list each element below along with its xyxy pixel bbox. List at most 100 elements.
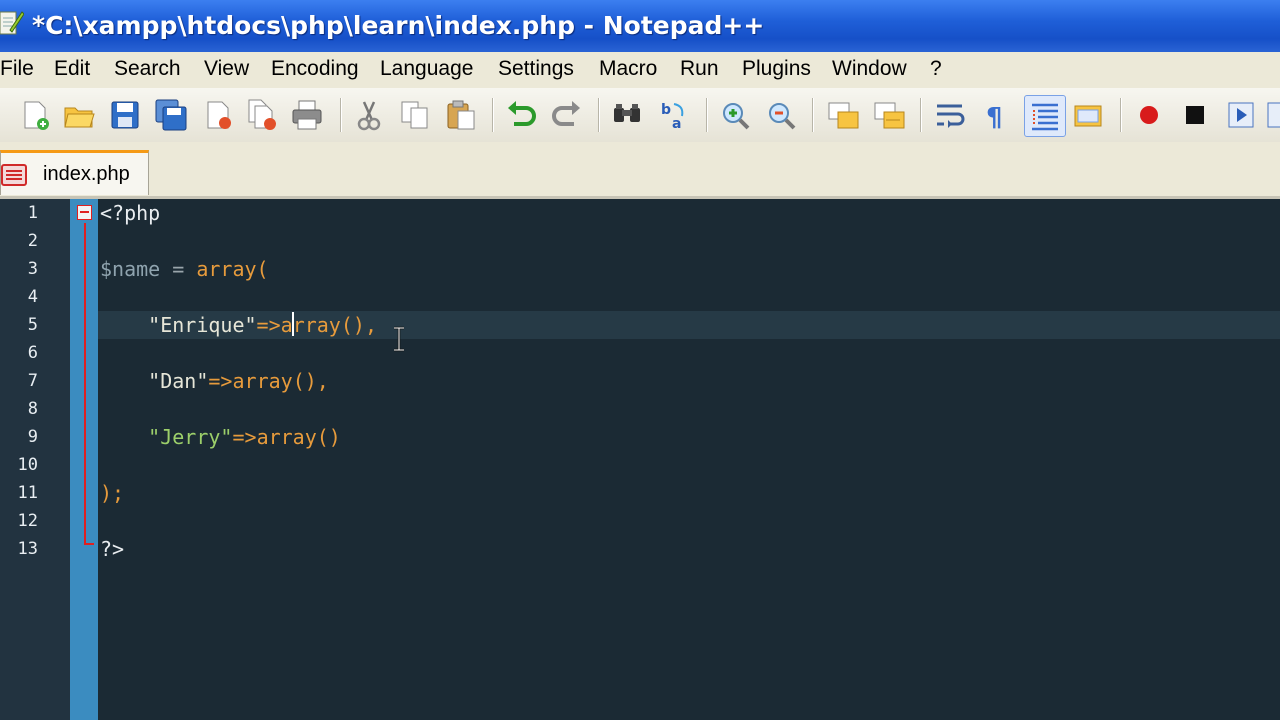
line-number: 12 <box>17 511 38 531</box>
php-open-tag: <?php <box>100 201 161 225</box>
function-call: array() <box>256 425 341 449</box>
fold-range-end <box>84 543 94 545</box>
toolbar-overflow-icon[interactable] <box>1266 98 1280 132</box>
menu-bar: File Edit Search View Encoding Language … <box>0 52 1280 88</box>
toolbar-separator <box>340 98 342 132</box>
fold-range-line <box>84 223 86 545</box>
arrow-operator: => <box>256 313 281 337</box>
toolbar: ba ¶ <box>0 88 1280 143</box>
line-number: 10 <box>17 455 38 475</box>
statement-end: ); <box>100 481 125 505</box>
tab-label: index.php <box>43 163 130 185</box>
menu-settings[interactable]: Settings <box>498 57 574 81</box>
copy-icon[interactable] <box>398 98 432 132</box>
line-number: 9 <box>27 427 38 447</box>
line-number: 1 <box>27 203 38 223</box>
function-call: array() <box>232 369 317 393</box>
string-key: "Jerry" <box>148 425 233 449</box>
tab-bar: index.php <box>0 142 1280 199</box>
save-all-icon[interactable] <box>154 98 188 132</box>
menu-view[interactable]: View <box>204 57 249 81</box>
php-close-tag: ?> <box>100 537 125 561</box>
paste-icon[interactable] <box>444 98 478 132</box>
indent-guide-icon[interactable] <box>1024 95 1066 137</box>
toolbar-separator <box>812 98 814 132</box>
comma: , <box>316 369 329 393</box>
sync-vertical-icon[interactable] <box>826 98 860 132</box>
undo-icon[interactable] <box>504 98 538 132</box>
title-bar[interactable]: *C:\xampp\htdocs\php\learn\index.php - N… <box>0 0 1280 52</box>
arrow-operator: => <box>232 425 257 449</box>
ibeam-cursor-icon <box>394 326 404 352</box>
close-icon[interactable] <box>202 98 236 132</box>
line-number: 7 <box>27 371 38 391</box>
menu-run[interactable]: Run <box>680 57 719 81</box>
stop-record-icon[interactable] <box>1178 98 1212 132</box>
line-number: 13 <box>17 539 38 559</box>
toolbar-separator <box>598 98 600 132</box>
variable-name: $name <box>100 257 161 281</box>
line-number: 5 <box>27 315 38 335</box>
menu-plugins[interactable]: Plugins <box>742 57 811 81</box>
play-macro-icon[interactable] <box>1224 98 1258 132</box>
code-line-7: "Dan"=>array(), <box>100 367 329 395</box>
cut-icon[interactable] <box>352 98 386 132</box>
unsaved-file-icon <box>1 164 27 186</box>
svg-text:a: a <box>672 116 681 132</box>
line-number: 2 <box>27 231 38 251</box>
fold-collapse-icon[interactable] <box>77 205 92 220</box>
print-icon[interactable] <box>290 98 324 132</box>
menu-edit[interactable]: Edit <box>54 57 90 81</box>
zoom-in-icon[interactable] <box>718 98 752 132</box>
record-macro-icon[interactable] <box>1132 98 1166 132</box>
arrow-operator: => <box>208 369 233 393</box>
toolbar-separator <box>1120 98 1122 132</box>
menu-file[interactable]: File <box>0 57 34 81</box>
toolbar-separator <box>920 98 922 132</box>
find-icon[interactable] <box>610 98 644 132</box>
svg-text:b: b <box>661 102 671 118</box>
line-number: 3 <box>27 259 38 279</box>
close-paren: ) <box>352 313 365 337</box>
redo-icon[interactable] <box>550 98 584 132</box>
toolbar-separator <box>706 98 708 132</box>
code-line-9: "Jerry"=>array() <box>100 423 341 451</box>
word-wrap-icon[interactable] <box>934 98 968 132</box>
menu-help[interactable]: ? <box>930 57 942 81</box>
menu-language[interactable]: Language <box>380 57 473 81</box>
new-file-icon[interactable] <box>18 98 52 132</box>
string-key: "Dan" <box>148 369 209 393</box>
line-number: 11 <box>17 483 38 503</box>
code-line-13: ?> <box>100 535 124 563</box>
line-number: 8 <box>27 399 38 419</box>
notepad-app-icon <box>0 11 24 35</box>
save-icon[interactable] <box>108 98 142 132</box>
close-all-icon[interactable] <box>246 98 280 132</box>
open-file-icon[interactable] <box>62 98 96 132</box>
zoom-out-icon[interactable] <box>764 98 798 132</box>
function-call: array( <box>196 257 269 281</box>
menu-macro[interactable]: Macro <box>599 57 657 81</box>
menu-window[interactable]: Window <box>832 57 907 81</box>
svg-text:¶: ¶ <box>986 103 1003 132</box>
assignment-operator: = <box>160 257 197 281</box>
toolbar-separator <box>492 98 494 132</box>
code-line-3: $name = array( <box>100 255 269 283</box>
line-number: 6 <box>27 343 38 363</box>
function-call: rray( <box>292 313 353 337</box>
line-number: 4 <box>27 287 38 307</box>
code-line-5: "Enrique"=>array(), <box>100 311 377 339</box>
window-title: *C:\xampp\htdocs\php\learn\index.php - N… <box>32 11 765 40</box>
line-number-gutter: 1 2 3 4 5 6 7 8 9 10 11 12 13 <box>0 199 70 720</box>
code-line-11: ); <box>100 479 124 507</box>
menu-search[interactable]: Search <box>114 57 181 81</box>
code-editor[interactable]: 1 2 3 4 5 6 7 8 9 10 11 12 13 <?php $nam… <box>0 199 1280 720</box>
menu-encoding[interactable]: Encoding <box>271 57 359 81</box>
tab-index-php[interactable]: index.php <box>0 150 149 195</box>
replace-icon[interactable]: ba <box>658 98 692 132</box>
string-key: "Enrique" <box>148 313 257 337</box>
show-all-chars-icon[interactable]: ¶ <box>980 98 1014 132</box>
sync-horizontal-icon[interactable] <box>872 98 906 132</box>
folder-as-workspace-icon[interactable] <box>1072 98 1106 132</box>
code-line-1: <?php <box>100 199 160 227</box>
